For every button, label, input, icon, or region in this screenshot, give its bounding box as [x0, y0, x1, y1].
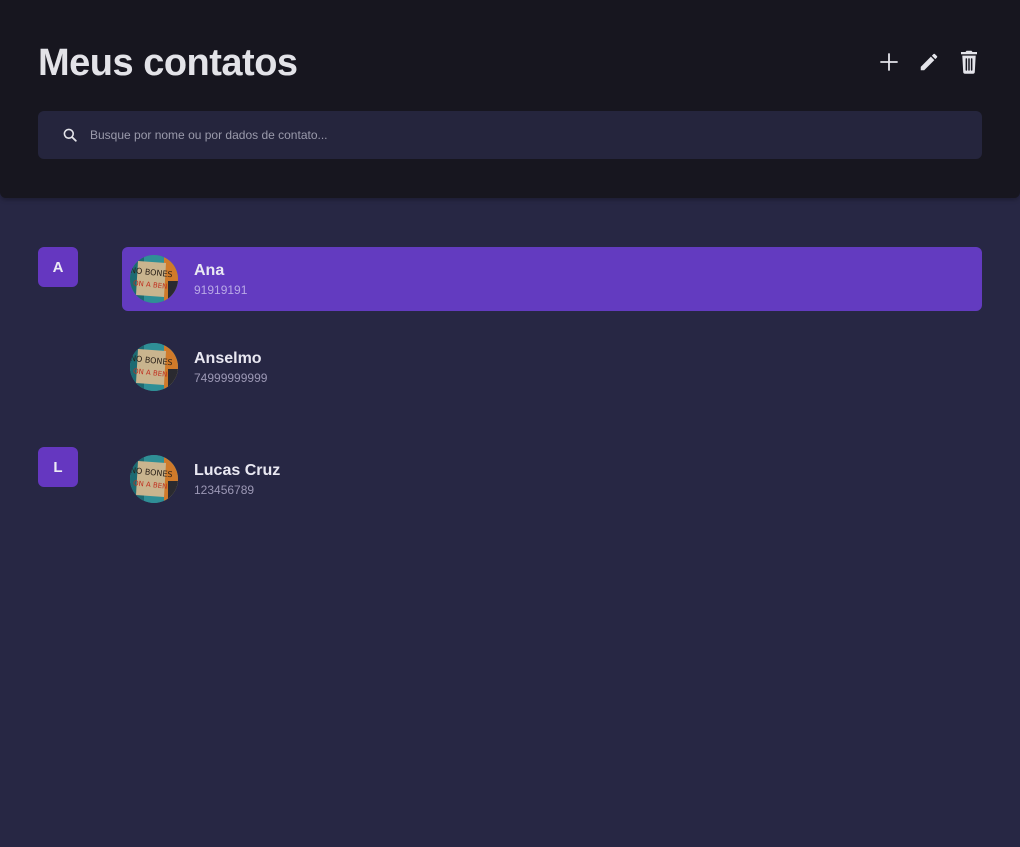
group-letter-a: A	[38, 247, 78, 287]
contact-item[interactable]: NO BONES ON A BEN Anselmo 74999999999	[122, 335, 982, 399]
contact-phone: 91919191	[194, 282, 248, 297]
contact-item[interactable]: NO BONES ON A BEN Ana 91919191	[122, 247, 982, 311]
search-icon	[62, 127, 78, 143]
add-contact-button[interactable]	[878, 50, 900, 74]
contact-name: Anselmo	[194, 349, 262, 367]
search-bar[interactable]	[38, 111, 982, 159]
contact-phone: 123456789	[194, 482, 255, 497]
pencil-icon	[920, 53, 938, 71]
trash-icon	[961, 50, 977, 74]
avatar: NO BONES ON A BEN	[130, 455, 178, 503]
group-letter-l: L	[38, 447, 78, 487]
contact-item[interactable]: NO BONES ON A BEN Lucas Cruz 123456789	[122, 447, 982, 511]
delete-contact-button[interactable]	[958, 50, 980, 74]
edit-contact-button[interactable]	[918, 50, 940, 74]
header-actions	[878, 50, 980, 74]
page-title: Meus contatos	[38, 42, 298, 84]
header: Meus contatos	[0, 0, 1020, 198]
avatar: NO BONES ON A BEN	[130, 343, 178, 391]
contact-name: Lucas Cruz	[194, 461, 281, 479]
contact-name: Ana	[194, 261, 225, 279]
search-input[interactable]	[88, 111, 982, 159]
plus-icon	[880, 53, 898, 71]
avatar: NO BONES ON A BEN	[130, 255, 178, 303]
contact-phone: 74999999999	[194, 370, 268, 385]
